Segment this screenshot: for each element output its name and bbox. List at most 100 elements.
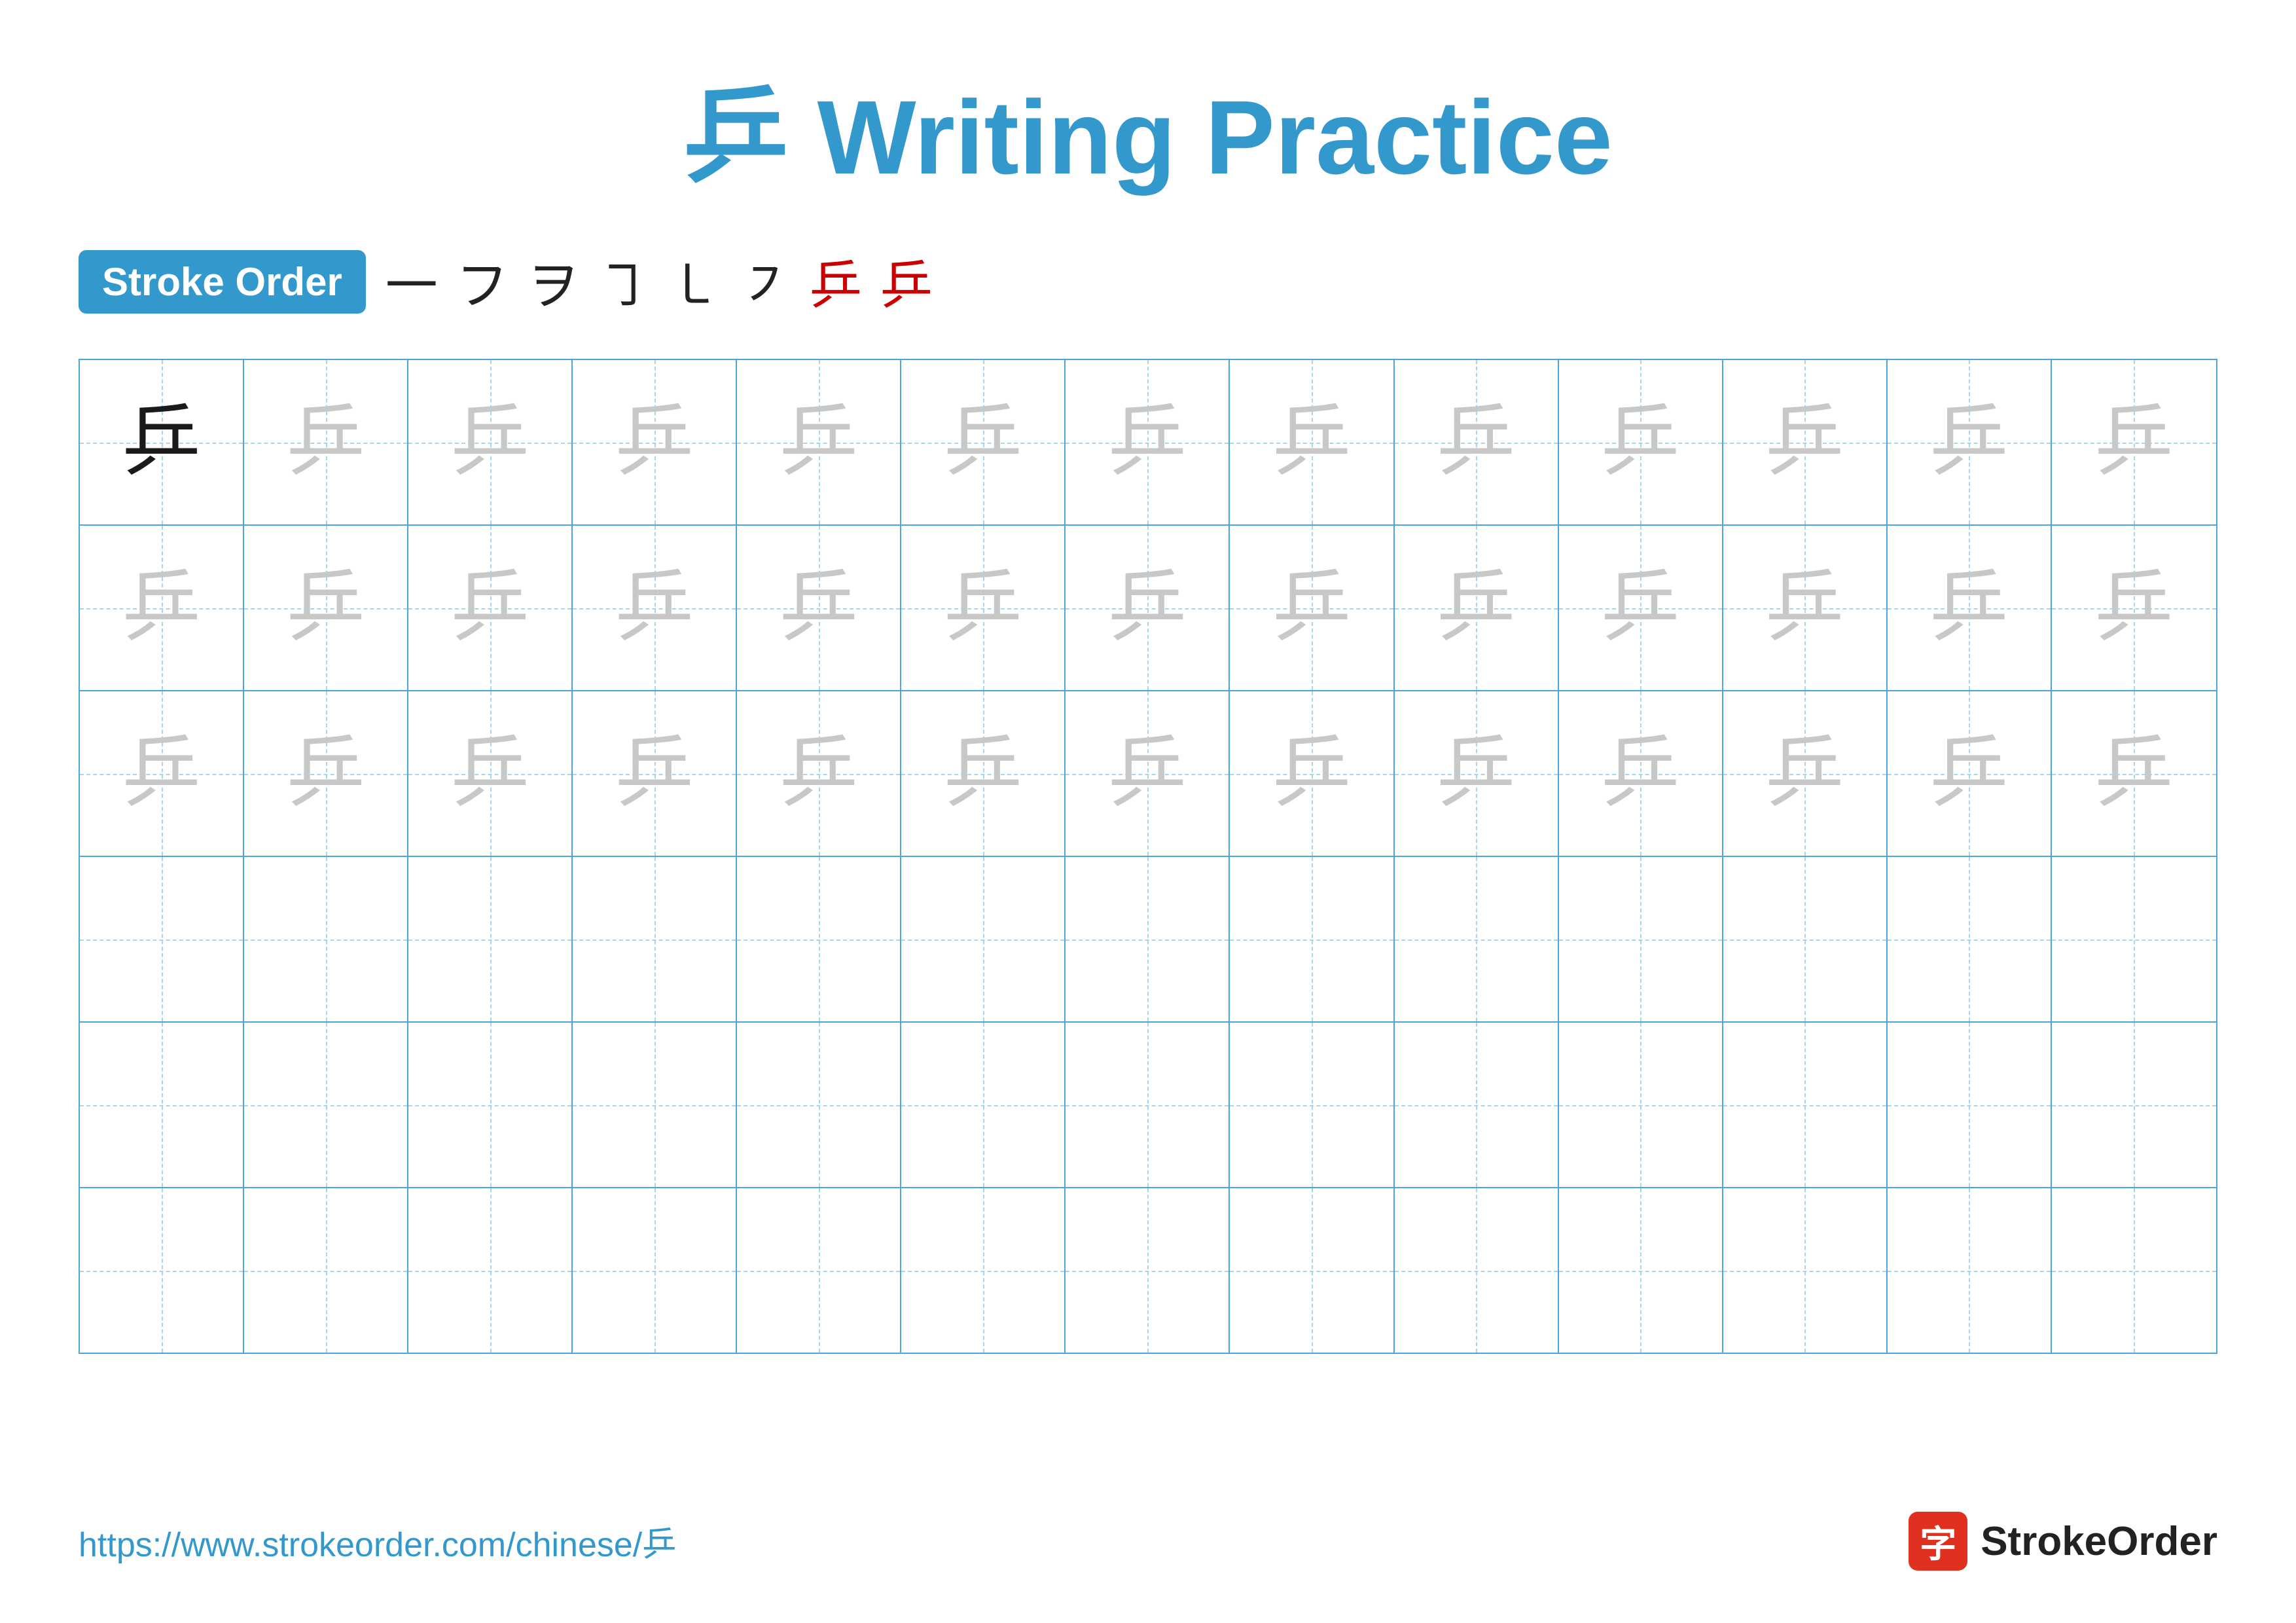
grid-cell[interactable] <box>408 1188 573 1353</box>
footer: https://www.strokeorder.com/chinese/乒 字 … <box>79 1512 2217 1571</box>
grid-cell[interactable] <box>2052 1188 2216 1353</box>
grid-cell[interactable]: 乒 <box>1395 691 1559 856</box>
grid-cell[interactable]: 乒 <box>408 691 573 856</box>
grid-cell[interactable]: 乒 <box>573 691 737 856</box>
grid-cell[interactable]: 乒 <box>408 526 573 690</box>
grid-cell[interactable]: 乒 <box>737 526 901 690</box>
grid-row: 乒乒乒乒乒乒乒乒乒乒乒乒乒 <box>80 526 2216 691</box>
grid-cell[interactable]: 乒 <box>1066 691 1230 856</box>
grid-cell[interactable] <box>1888 857 2052 1021</box>
grid-cell[interactable] <box>2052 1023 2216 1187</box>
grid-row <box>80 857 2216 1023</box>
grid-cell[interactable] <box>244 1023 408 1187</box>
grid-row: 乒乒乒乒乒乒乒乒乒乒乒乒乒 <box>80 360 2216 526</box>
grid-cell[interactable] <box>244 857 408 1021</box>
grid-cell[interactable] <box>901 1023 1066 1187</box>
stroke-order-badge: Stroke Order <box>79 250 366 314</box>
grid-cell[interactable]: 乒 <box>1395 360 1559 524</box>
grid-cell[interactable] <box>2052 857 2216 1021</box>
grid-cell[interactable]: 乒 <box>80 526 244 690</box>
grid-cell[interactable] <box>737 1023 901 1187</box>
grid-cell[interactable]: 乒 <box>408 360 573 524</box>
grid-cell[interactable] <box>573 1188 737 1353</box>
grid-cell[interactable]: 乒 <box>1888 691 2052 856</box>
grid-cell[interactable] <box>573 857 737 1021</box>
grid-cell[interactable]: 乒 <box>1723 526 1888 690</box>
brand-name: StrokeOrder <box>1981 1518 2217 1565</box>
grid-cell[interactable]: 乒 <box>573 526 737 690</box>
grid-cell[interactable]: 乒 <box>901 691 1066 856</box>
grid-cell[interactable] <box>1066 857 1230 1021</box>
grid-cell[interactable] <box>1723 857 1888 1021</box>
grid-cell[interactable] <box>1559 1023 1723 1187</box>
grid-cell[interactable] <box>1230 857 1394 1021</box>
grid-cell[interactable]: 乒 <box>244 526 408 690</box>
footer-url: https://www.strokeorder.com/chinese/乒 <box>79 1517 676 1566</box>
grid-cell[interactable]: 乒 <box>1888 526 2052 690</box>
title-section: 乒 Writing Practice <box>79 52 2217 204</box>
grid-cell[interactable] <box>80 1023 244 1187</box>
grid-cell[interactable] <box>1723 1023 1888 1187</box>
grid-cell[interactable] <box>1559 1188 1723 1353</box>
grid-cell[interactable]: 乒 <box>737 691 901 856</box>
grid-cell[interactable] <box>408 857 573 1021</box>
grid-cell[interactable]: 乒 <box>80 691 244 856</box>
grid-row: 乒乒乒乒乒乒乒乒乒乒乒乒乒 <box>80 691 2216 857</box>
grid-cell[interactable] <box>901 857 1066 1021</box>
grid-cell[interactable]: 乒 <box>1395 526 1559 690</box>
stroke-4: ㇆ <box>598 244 650 319</box>
stroke-1: 一 <box>386 244 438 319</box>
grid-cell[interactable] <box>1395 1023 1559 1187</box>
grid-cell[interactable]: 乒 <box>2052 360 2216 524</box>
grid-cell[interactable]: 乒 <box>573 360 737 524</box>
stroke-6: ㇇ <box>739 244 791 319</box>
grid-cell[interactable] <box>80 1188 244 1353</box>
grid-cell[interactable] <box>1395 1188 1559 1353</box>
stroke-5: ㇄ <box>668 244 721 319</box>
grid-cell[interactable]: 乒 <box>2052 691 2216 856</box>
page-title: 乒 Writing Practice <box>683 79 1613 196</box>
grid-cell[interactable]: 乒 <box>901 360 1066 524</box>
grid-cell[interactable] <box>408 1023 573 1187</box>
stroke-order-chars: 一 フ ヲ ㇆ ㇄ ㇇ 乒 乒 <box>386 244 933 319</box>
stroke-7: 乒 <box>810 244 862 319</box>
grid-cell[interactable] <box>1888 1188 2052 1353</box>
grid-cell[interactable]: 乒 <box>1230 526 1394 690</box>
grid-cell[interactable]: 乒 <box>1559 526 1723 690</box>
grid-cell[interactable]: 乒 <box>1888 360 2052 524</box>
stroke-3: ヲ <box>527 244 579 319</box>
grid-cell[interactable] <box>573 1023 737 1187</box>
grid-cell[interactable] <box>1230 1023 1394 1187</box>
footer-brand: 字 StrokeOrder <box>1909 1512 2217 1571</box>
grid-cell[interactable]: 乒 <box>1230 360 1394 524</box>
grid-cell[interactable] <box>901 1188 1066 1353</box>
grid-row <box>80 1023 2216 1188</box>
grid-cell[interactable] <box>1888 1023 2052 1187</box>
practice-grid: 乒乒乒乒乒乒乒乒乒乒乒乒乒乒乒乒乒乒乒乒乒乒乒乒乒乒乒乒乒乒乒乒乒乒乒乒乒乒乒 <box>79 359 2217 1354</box>
grid-cell[interactable] <box>1559 857 1723 1021</box>
stroke-8: 乒 <box>880 244 933 319</box>
grid-cell[interactable]: 乒 <box>1559 691 1723 856</box>
grid-cell[interactable]: 乒 <box>901 526 1066 690</box>
grid-cell[interactable]: 乒 <box>2052 526 2216 690</box>
grid-cell[interactable] <box>244 1188 408 1353</box>
grid-cell[interactable]: 乒 <box>1559 360 1723 524</box>
grid-cell[interactable] <box>737 857 901 1021</box>
grid-cell[interactable]: 乒 <box>244 691 408 856</box>
grid-cell[interactable] <box>1230 1188 1394 1353</box>
grid-cell[interactable]: 乒 <box>1066 526 1230 690</box>
grid-cell[interactable] <box>1395 857 1559 1021</box>
grid-cell[interactable]: 乒 <box>737 360 901 524</box>
grid-cell[interactable]: 乒 <box>80 360 244 524</box>
grid-cell[interactable]: 乒 <box>1723 360 1888 524</box>
stroke-2: フ <box>456 244 509 319</box>
grid-cell[interactable]: 乒 <box>244 360 408 524</box>
grid-cell[interactable]: 乒 <box>1066 360 1230 524</box>
grid-cell[interactable] <box>1066 1023 1230 1187</box>
grid-cell[interactable] <box>80 857 244 1021</box>
grid-cell[interactable]: 乒 <box>1723 691 1888 856</box>
grid-cell[interactable] <box>1723 1188 1888 1353</box>
grid-cell[interactable] <box>737 1188 901 1353</box>
grid-cell[interactable] <box>1066 1188 1230 1353</box>
grid-cell[interactable]: 乒 <box>1230 691 1394 856</box>
